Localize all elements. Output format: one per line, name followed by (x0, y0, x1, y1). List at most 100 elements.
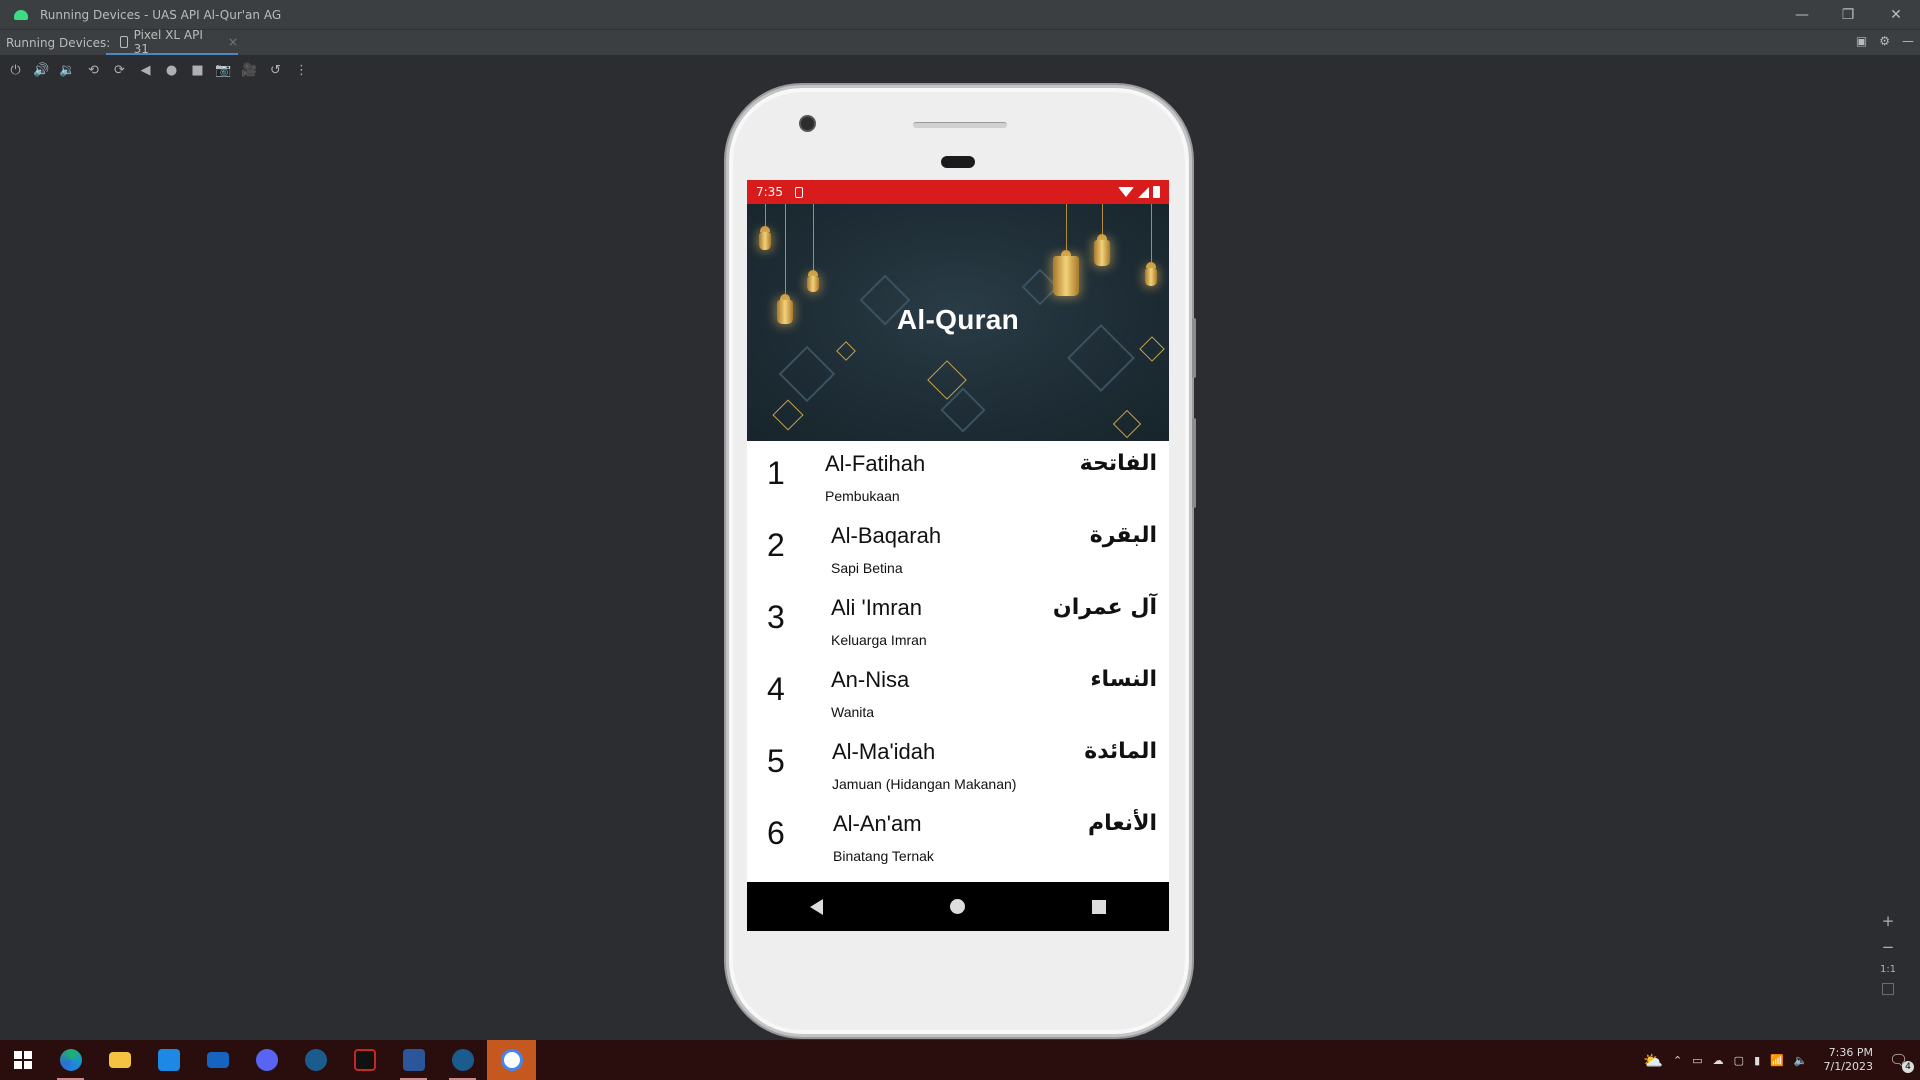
notification-center-button[interactable]: 🗨 4 (1889, 1051, 1914, 1073)
volume-down-icon[interactable]: 🔉 (58, 61, 77, 80)
file-explorer-icon (108, 1052, 131, 1068)
surah-meaning: Jamuan (Hidangan Makanan) (832, 776, 1017, 792)
display-icon[interactable]: ▢ (1734, 1054, 1744, 1067)
app-icon (353, 1049, 376, 1071)
nav-home-button[interactable] (949, 899, 965, 914)
start-button[interactable] (0, 1040, 46, 1080)
zoom-controls: + − 1:1 (1874, 912, 1902, 995)
app-button[interactable] (340, 1040, 389, 1080)
surah-list: 1 Al-Fatihah الفاتحة Pembukaan 2 Al-Baqa… (747, 441, 1169, 879)
android-navigation-bar (747, 882, 1169, 931)
surah-arabic-name: المائدة (1084, 739, 1157, 764)
surah-name: Al-Baqarah (831, 523, 942, 548)
surah-name: Al-An'am (833, 811, 922, 836)
earpiece-speaker (913, 122, 1007, 128)
rotate-right-icon[interactable]: ⟳ (110, 61, 129, 80)
rotate-left-icon[interactable]: ⟲ (84, 61, 103, 80)
steam-icon (304, 1049, 327, 1071)
lantern-icon (759, 204, 771, 250)
surah-row[interactable]: 2 Al-Baqarah البقرة Sapi Betina (747, 519, 1169, 591)
steam-running-button[interactable] (438, 1040, 487, 1080)
android-studio-button[interactable] (487, 1040, 536, 1080)
discord-button[interactable] (242, 1040, 291, 1080)
zoom-actual-size-button[interactable]: 1:1 (1880, 964, 1896, 975)
surah-number: 6 (767, 815, 785, 851)
window-title: Running Devices - UAS API Al-Qur'an AG (40, 7, 282, 22)
surah-number: 4 (767, 671, 785, 707)
store-icon (157, 1049, 180, 1071)
status-bar: 7:35 (747, 180, 1169, 204)
surah-row[interactable]: 4 An-Nisa النساء Wanita (747, 663, 1169, 735)
clock-date: 7/1/2023 (1823, 1060, 1873, 1073)
lantern-icon (1145, 204, 1157, 286)
power-icon[interactable]: ⏻ (6, 61, 25, 80)
volume-side-button (1192, 418, 1196, 508)
word-button[interactable] (389, 1040, 438, 1080)
mail-button[interactable] (193, 1040, 242, 1080)
notification-count-badge: 4 (1902, 1061, 1914, 1073)
surah-row[interactable]: 6 Al-An'am الأنعام Binatang Ternak (747, 807, 1169, 879)
meet-icon[interactable]: ▭ (1692, 1054, 1702, 1067)
phone-screen: 7:35 Al-Quran 1 Al-Fatihah الفاتحة Pembu… (747, 180, 1169, 931)
zoom-out-button[interactable]: − (1882, 938, 1895, 956)
surah-number: 2 (767, 527, 785, 563)
network-icon[interactable]: 📶 (1770, 1054, 1784, 1067)
zoom-in-button[interactable]: + (1882, 912, 1895, 930)
surah-arabic-name: الفاتحة (1079, 451, 1157, 476)
restore-button[interactable]: ❐ (1825, 0, 1871, 29)
more-icon[interactable]: ⋮ (292, 61, 311, 80)
onedrive-icon[interactable]: ☁ (1713, 1054, 1724, 1067)
screenshot-icon[interactable]: 📷 (214, 61, 233, 80)
minimize-button[interactable]: — (1779, 0, 1825, 29)
taskbar-clock[interactable]: 7:36 PM 7/1/2023 (1824, 1046, 1873, 1074)
close-button[interactable]: ✕ (1873, 0, 1919, 29)
discord-icon (255, 1049, 278, 1071)
zoom-fit-icon[interactable] (1882, 983, 1894, 995)
lantern-icon (1094, 204, 1110, 266)
surah-number: 3 (767, 599, 785, 635)
header-banner: Al-Quran (747, 204, 1169, 441)
lantern-icon (807, 204, 819, 292)
home-icon[interactable]: ● (162, 61, 181, 80)
chevron-up-icon[interactable]: ⌃ (1673, 1054, 1682, 1067)
tab-label: Pixel XL API 31 (133, 27, 203, 56)
edge-button[interactable] (46, 1040, 95, 1080)
back-icon[interactable]: ◀ (136, 61, 155, 80)
surah-name: Ali 'Imran (831, 595, 922, 620)
reset-icon[interactable]: ↺ (266, 61, 285, 80)
store-button[interactable] (144, 1040, 193, 1080)
steam-icon (451, 1049, 474, 1071)
wifi-icon (1118, 187, 1134, 197)
gold-star-pattern (772, 399, 804, 431)
signal-icon (1138, 186, 1149, 198)
overview-icon[interactable]: ■ (188, 61, 207, 80)
tab-pixel-xl[interactable]: Pixel XL API 31 × (106, 27, 238, 56)
layout-icon[interactable]: ▣ (1856, 34, 1867, 48)
mail-icon (206, 1052, 229, 1068)
volume-up-icon[interactable]: 🔊 (32, 61, 51, 80)
proximity-sensor (941, 156, 975, 168)
gold-star-pattern (1112, 409, 1142, 439)
weather-icon[interactable]: ⛅ (1643, 1051, 1663, 1070)
running-devices-label: Running Devices: (6, 36, 111, 50)
nav-back-button[interactable] (810, 898, 824, 915)
surah-row[interactable]: 3 Ali 'Imran آل عمران Keluarga Imran (747, 591, 1169, 663)
surah-row[interactable]: 1 Al-Fatihah الفاتحة Pembukaan (747, 447, 1169, 519)
star-pattern (778, 345, 836, 403)
surah-row[interactable]: 5 Al-Ma'idah المائدة Jamuan (Hidangan Ma… (747, 735, 1169, 807)
screen-record-icon[interactable]: 🎥 (240, 61, 259, 80)
volume-icon[interactable]: 🔈 (1794, 1054, 1808, 1067)
hide-icon[interactable]: — (1902, 34, 1914, 48)
close-tab-button[interactable]: × (228, 35, 238, 49)
window-titlebar: Running Devices - UAS API Al-Qur'an AG —… (0, 0, 1920, 29)
surah-arabic-name: آل عمران (1052, 595, 1157, 620)
gear-icon[interactable]: ⚙ (1879, 34, 1890, 48)
file-explorer-button[interactable] (95, 1040, 144, 1080)
steam-button[interactable] (291, 1040, 340, 1080)
windows-start-icon (14, 1051, 32, 1069)
clock-time: 7:36 PM (1828, 1046, 1873, 1059)
nav-recents-button[interactable] (1091, 899, 1106, 914)
battery-tray-icon[interactable]: ▮ (1754, 1054, 1760, 1067)
surah-name: Al-Fatihah (825, 451, 926, 476)
sim-icon (794, 186, 803, 198)
